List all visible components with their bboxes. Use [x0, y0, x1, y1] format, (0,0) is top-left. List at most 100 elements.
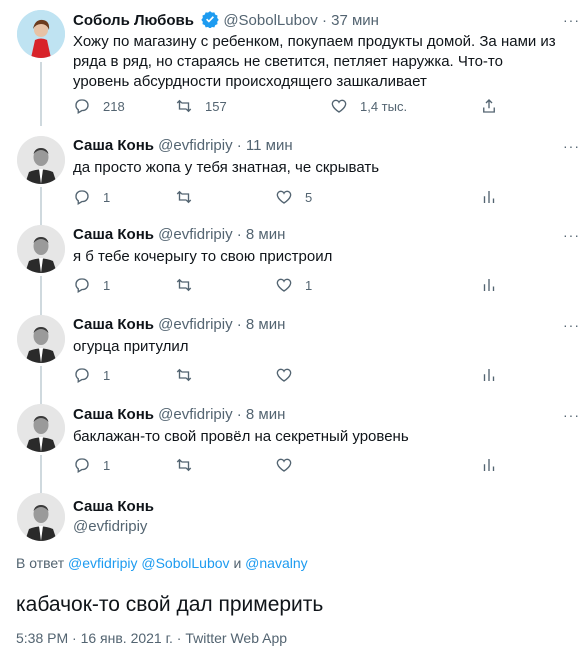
author-name[interactable]: Саша Конь — [73, 316, 154, 333]
tweet-actions: 1 5 — [73, 188, 513, 208]
thread-line — [40, 187, 42, 215]
like-button[interactable]: 1 — [275, 276, 312, 294]
tweet-actions: 218 157 1,4 тыс. — [73, 97, 513, 117]
like-button[interactable] — [275, 366, 293, 384]
share-button[interactable] — [480, 97, 498, 115]
tweet-time[interactable]: 8 мин — [246, 406, 286, 423]
reply-button[interactable]: 1 — [73, 366, 110, 384]
avatar-image — [17, 315, 65, 363]
author-handle[interactable]: @evfidripiy — [158, 406, 232, 423]
analytics-button[interactable] — [480, 188, 498, 206]
avatar-sobol[interactable] — [17, 10, 65, 58]
retweet-button[interactable] — [175, 456, 193, 474]
analytics-icon — [483, 279, 495, 291]
reply-count: 218 — [103, 98, 125, 114]
analytics-icon — [483, 191, 495, 203]
reply-count: 1 — [103, 189, 111, 205]
retweet-icon — [176, 458, 192, 472]
retweet-button[interactable]: 157 — [175, 97, 227, 115]
separator-dot: · — [236, 406, 242, 423]
like-icon — [331, 99, 347, 113]
retweet-button[interactable] — [175, 276, 193, 294]
more-icon[interactable]: ··· — [563, 317, 580, 333]
separator-dot: · — [236, 226, 242, 243]
tweet-actions: 1 1 — [73, 276, 513, 296]
like-count: 5 — [305, 189, 313, 205]
avatar-image — [17, 136, 65, 184]
author-handle[interactable]: @evfidripiy — [73, 518, 147, 535]
tweet-time[interactable]: 37 мин — [331, 12, 379, 29]
author-name[interactable]: Соболь Любовь — [73, 12, 194, 29]
author-handle[interactable]: @SobolLubov — [223, 12, 317, 29]
retweet-count: 157 — [205, 98, 227, 114]
reply-count: 1 — [103, 277, 111, 293]
reply-icon — [75, 368, 89, 383]
like-icon — [276, 458, 292, 472]
reply-count: 1 — [103, 367, 111, 383]
avatar-sobol-image — [17, 10, 65, 58]
author-handle[interactable]: @evfidripiy — [158, 316, 232, 333]
share-icon — [483, 99, 495, 113]
like-button[interactable]: 5 — [275, 188, 312, 206]
reply-tweet[interactable]: Саша Конь @evfidripiy · 11 мин ··· да пр… — [0, 125, 585, 215]
tweet-time[interactable]: 8 мин — [246, 226, 286, 243]
author-name[interactable]: Саша Конь — [73, 406, 154, 423]
retweet-button[interactable] — [175, 188, 193, 206]
reply-button[interactable]: 1 — [73, 188, 110, 206]
reply-count: 1 — [103, 457, 111, 473]
reply-button[interactable]: 1 — [73, 276, 110, 294]
separator-dot: · — [236, 316, 242, 333]
thread-line — [40, 62, 42, 126]
replying-prefix: В ответ — [16, 555, 65, 571]
avatar[interactable] — [17, 225, 65, 273]
avatar[interactable] — [17, 493, 65, 541]
tweet-metadata[interactable]: 5:38 PM · 16 янв. 2021 г. · Twitter Web … — [16, 630, 287, 646]
focus-tweet-text: кабачок-то свой дал примерить — [16, 593, 324, 616]
reply-icon — [75, 99, 89, 114]
reply-button[interactable]: 1 — [73, 456, 110, 474]
author-handle[interactable]: @evfidripiy — [158, 226, 232, 243]
more-icon[interactable]: ··· — [563, 138, 580, 154]
reply-tweet[interactable]: Саша Конь @evfidripiy · 8 мин ··· огурца… — [0, 305, 585, 395]
analytics-button[interactable] — [480, 276, 498, 294]
thread-line — [40, 395, 42, 404]
tweet-header: Саша Конь @evfidripiy · 8 мин — [73, 405, 285, 425]
mention-link[interactable]: @navalny — [245, 555, 307, 571]
analytics-icon — [483, 459, 495, 471]
like-icon — [276, 278, 292, 292]
avatar-image — [17, 225, 65, 273]
like-button[interactable] — [275, 456, 293, 474]
mention-link[interactable]: @evfidripiy — [68, 555, 137, 571]
reply-icon — [75, 278, 89, 293]
like-icon — [276, 190, 292, 204]
author-name[interactable]: Саша Конь — [73, 137, 154, 154]
replying-and: и — [233, 555, 242, 571]
reply-tweet[interactable]: Саша Конь @evfidripiy · 8 мин ··· я б те… — [0, 215, 585, 305]
analytics-button[interactable] — [480, 456, 498, 474]
analytics-button[interactable] — [480, 366, 498, 384]
author-name[interactable]: Саша Конь — [73, 498, 154, 515]
more-icon[interactable]: ··· — [563, 227, 580, 243]
avatar[interactable] — [17, 136, 65, 184]
author-name[interactable]: Саша Конь — [73, 226, 154, 243]
thread-line — [40, 215, 42, 225]
retweet-icon — [176, 99, 192, 113]
retweet-button[interactable] — [175, 366, 193, 384]
like-button[interactable]: 1,4 тыс. — [330, 97, 407, 115]
more-icon[interactable]: ··· — [563, 12, 580, 28]
mention-link[interactable]: @SobolLubov — [141, 555, 229, 571]
reply-tweet[interactable]: Саша Конь @evfidripiy · 8 мин ··· баклаж… — [0, 395, 585, 485]
avatar[interactable] — [17, 404, 65, 452]
tweet-time[interactable]: 11 мин — [246, 137, 293, 154]
tweet-text: баклажан-то свой провёл на секретный уро… — [73, 428, 409, 445]
avatar[interactable] — [17, 315, 65, 363]
separator-dot: · — [321, 12, 327, 29]
more-icon[interactable]: ··· — [563, 407, 580, 423]
reply-button[interactable]: 218 — [73, 97, 125, 115]
tweet-text: да просто жопа у тебя знатная, че скрыва… — [73, 159, 380, 176]
author-handle[interactable]: @evfidripiy — [158, 137, 232, 154]
thread-line — [40, 455, 42, 485]
original-tweet[interactable]: Соболь Любовь @SobolLubov · 37 мин ··· Х… — [0, 0, 585, 126]
tweet-time[interactable]: 8 мин — [246, 316, 286, 333]
tweet-text: Хожу по магазину с ребенком, покупаем пр… — [73, 33, 556, 90]
